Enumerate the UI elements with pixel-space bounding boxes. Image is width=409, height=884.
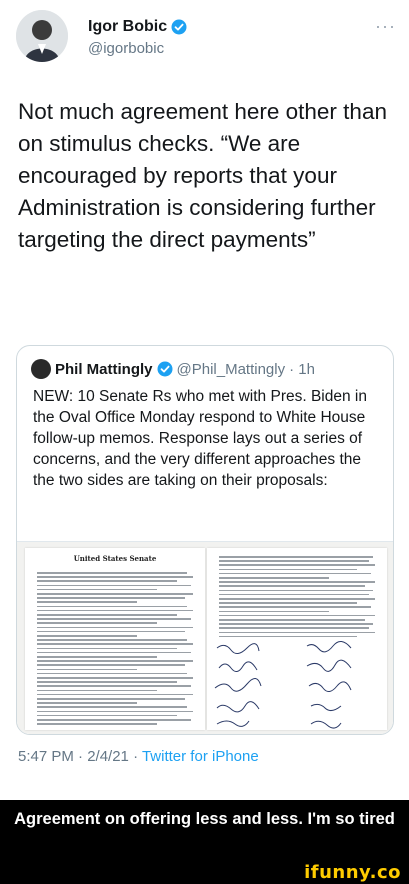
quoted-tweet-header: Phil Mattingly @Phil_Mattingly · 1h — [31, 359, 315, 379]
document-text-line — [37, 622, 157, 624]
document-text-line — [219, 564, 375, 566]
document-text-line — [219, 581, 375, 583]
document-text-line — [219, 560, 369, 562]
tweet-header: Igor Bobic @igorbobic ··· — [16, 10, 396, 70]
document-text-line — [37, 677, 193, 679]
document-text-line — [37, 710, 193, 713]
document-text-line — [219, 593, 369, 596]
document-letterhead: United States Senate — [73, 554, 157, 563]
document-text-line — [37, 580, 177, 582]
quoted-author-handle[interactable]: @Phil_Mattingly — [177, 361, 286, 378]
document-text-line — [37, 626, 193, 629]
document-text-line — [37, 601, 137, 603]
document-text-line — [37, 698, 185, 700]
document-page-2 — [207, 548, 387, 730]
quoted-avatar[interactable] — [31, 359, 51, 379]
document-text-line — [219, 610, 329, 613]
document-text-line — [37, 681, 177, 683]
document-text-line — [219, 602, 357, 604]
document-text-line — [37, 723, 157, 725]
document-image[interactable]: United States Senate — [17, 541, 393, 734]
quoted-author-name[interactable]: Phil Mattingly — [55, 361, 153, 378]
document-text-line — [219, 627, 369, 629]
document-text-line — [37, 597, 185, 599]
tweet-timestamp[interactable]: 5:47 PM · 2/4/21 · Twitter for iPhone — [18, 748, 259, 765]
document-text-line — [37, 672, 187, 675]
verified-badge-icon — [171, 19, 187, 35]
author-handle[interactable]: @igorbobic — [88, 40, 187, 57]
document-text-line — [37, 668, 137, 671]
document-text-line — [219, 589, 373, 592]
signatures-image — [214, 641, 352, 729]
document-text-line — [219, 577, 329, 579]
document-text-line — [37, 576, 193, 578]
document-text-line — [37, 656, 157, 658]
document-text-line — [37, 664, 185, 666]
watermark-bar: ifunny.co — [0, 862, 409, 884]
document-text-line — [37, 572, 187, 574]
document-text-line — [37, 689, 157, 692]
document-text-line — [37, 685, 191, 687]
document-text-line — [219, 556, 373, 558]
document-text-line — [37, 630, 185, 633]
tweet-card: Igor Bobic @igorbobic ··· Not much agree… — [0, 0, 409, 800]
document-text-line — [37, 643, 193, 645]
document-text-line — [37, 693, 193, 696]
quoted-tweet[interactable]: Phil Mattingly @Phil_Mattingly · 1h NEW:… — [16, 345, 394, 735]
document-page-1: United States Senate — [25, 548, 205, 730]
document-text-line — [37, 593, 193, 595]
verified-badge-icon — [157, 361, 173, 377]
document-text-line — [37, 702, 137, 704]
document-text-line — [37, 614, 177, 616]
quoted-time-ago: · 1h — [289, 360, 315, 378]
document-text-line — [37, 635, 137, 637]
document-text-line — [219, 572, 371, 575]
document-text-line — [37, 714, 177, 717]
ifunny-watermark-logo: ifunny.co — [304, 862, 401, 883]
document-text-line — [37, 706, 187, 708]
more-options-icon[interactable]: ··· — [375, 16, 396, 37]
tweet-source-link[interactable]: Twitter for iPhone — [142, 748, 259, 765]
document-text-line — [37, 609, 193, 612]
document-text-line — [37, 660, 193, 662]
document-text-line — [219, 614, 375, 617]
document-text-line — [219, 606, 371, 608]
timestamp-text[interactable]: 5:47 PM · 2/4/21 · — [18, 748, 142, 765]
document-text-line — [219, 598, 375, 600]
author-name-row[interactable]: Igor Bobic — [88, 18, 187, 36]
document-text-line — [37, 639, 187, 641]
document-text-line — [37, 584, 191, 587]
document-text-line — [219, 631, 375, 634]
document-text-line — [37, 719, 191, 721]
document-text-line — [37, 588, 157, 591]
author-names: Igor Bobic @igorbobic — [88, 18, 187, 57]
document-text-line — [37, 651, 191, 654]
document-text-line — [37, 605, 187, 608]
avatar[interactable] — [16, 10, 68, 62]
author-name[interactable]: Igor Bobic — [88, 18, 167, 36]
meme-caption: Agreement on offering less and less. I'm… — [0, 800, 409, 862]
document-text-line — [37, 618, 191, 620]
document-text-line — [37, 647, 177, 650]
quoted-tweet-text: NEW: 10 Senate Rs who met with Pres. Bid… — [33, 388, 367, 489]
tweet-text: Not much agreement here other than on st… — [18, 99, 387, 252]
document-text-line — [219, 568, 357, 571]
document-text-line — [219, 623, 373, 625]
document-text-line — [219, 585, 365, 587]
document-text-line — [219, 619, 365, 621]
document-text-line — [219, 635, 357, 638]
